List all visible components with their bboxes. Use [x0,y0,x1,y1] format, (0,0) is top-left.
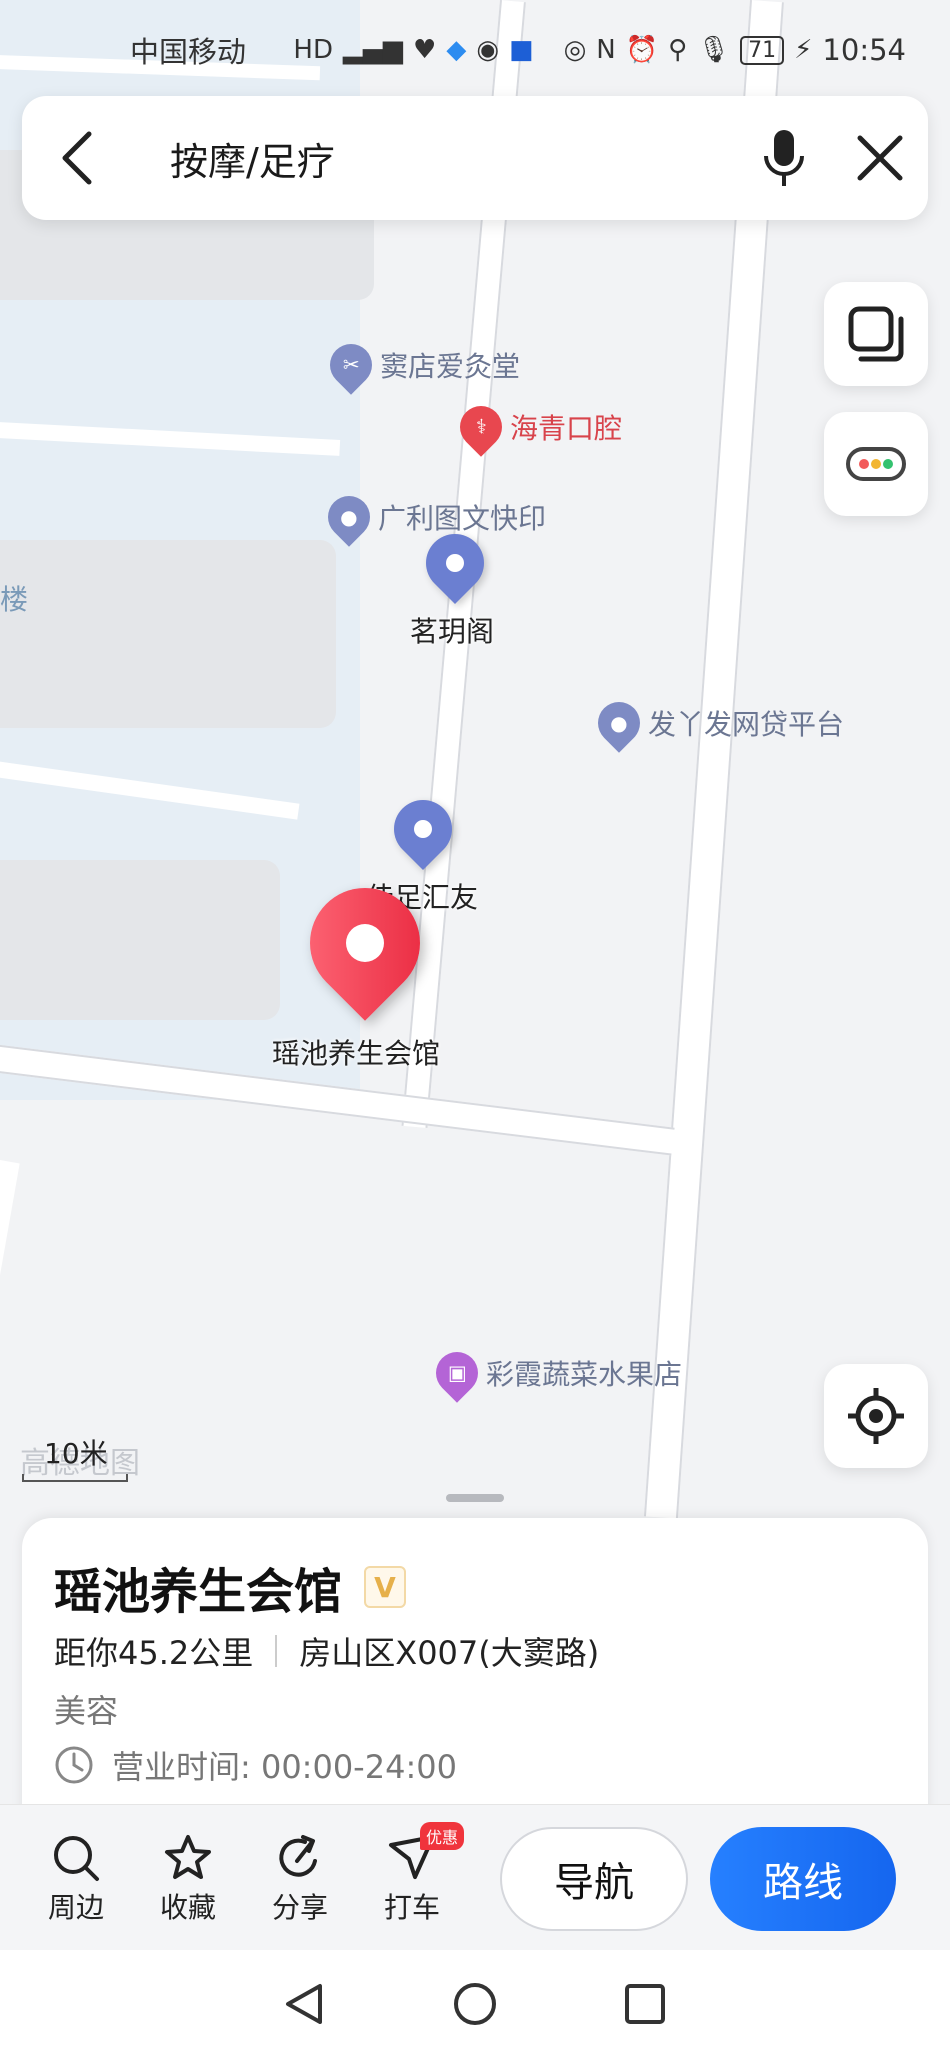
place-title: 瑶池养生会馆 V [54,1552,407,1622]
selected-pin-label: 瑶池养生会馆 [272,1037,441,1070]
alarm-icon: ⏰ [625,35,659,65]
carrier-name: 中国移动 [130,35,247,69]
mic-icon [764,130,804,186]
share-button[interactable]: 分享 [244,1830,356,1926]
place-address: 房山区X007(大窦路) [299,1634,600,1672]
poi-dental[interactable]: ⚕ 海青口腔 [451,397,623,457]
map-block [0,540,336,728]
divider [275,1635,278,1667]
mic-icon: 🎙 [697,35,731,65]
favorite-label: 收藏 [159,1890,216,1924]
health-icon: ♥ [413,35,437,65]
search-query[interactable]: 按摩/足疗 [132,131,736,186]
eye-icon: ◎ [563,35,587,65]
result-pin-label: 茗玥阁 [410,615,495,648]
poi-loan-platform[interactable]: ● 发丫发网贷平台 [589,693,845,753]
tooth-icon: ⚕ [451,397,511,457]
poi-label: 海青口腔 [510,412,623,445]
app-icon: ■ [509,35,534,65]
locate-me-button[interactable] [824,1364,928,1468]
battery-icon: 71 [740,35,785,65]
place-distance: 距你45.2公里 [54,1634,254,1672]
clock-icon [55,1746,93,1784]
system-nav-bar [0,1950,950,2058]
shield-icon: ◆ [446,35,467,65]
scale-bar [22,1474,128,1482]
poi-grocery[interactable]: ▣ 彩霞蔬菜水果店 [427,1343,683,1403]
place-meta: 距你45.2公里 房山区X007(大窦路) [54,1628,599,1674]
map-road [0,1160,20,1459]
scale-label: 10米 [44,1437,108,1470]
hours-text: 营业时间: 00:00-24:00 [112,1748,457,1786]
place-name: 瑶池养生会馆 [54,1564,343,1620]
poi-label: 彩霞蔬菜水果店 [486,1358,683,1391]
nearby-label: 周边 [47,1890,104,1924]
charging-icon: ⚡ [794,35,813,65]
favorite-button[interactable]: 收藏 [132,1830,244,1926]
signal-icon: ▂▄▆ [343,35,403,65]
close-icon [857,135,903,181]
promo-badge: 优惠 [419,1821,464,1850]
battery-level: 71 [748,37,777,63]
poi-label: 发丫发网贷平台 [648,708,845,741]
clear-search-button[interactable] [832,96,928,220]
system-home-icon[interactable] [452,1981,498,2027]
taxi-label: 打车 [383,1890,440,1924]
hd-icon: HD [293,35,333,65]
status-bar: 中国移动 HD ▂▄▆ ♥ ◆ ◉ ■ ◎ N ⏰ ⚲ 🎙 71 ⚡ 10:54 [0,0,950,100]
poi-print-shop[interactable]: ● 广利图文快印 [319,487,547,547]
navigate-button[interactable]: 导航 [500,1827,688,1931]
map-scale: 10米 [22,1432,128,1482]
action-bar: 周边 收藏 分享 优惠 打车 导航 路线 [0,1804,950,1950]
taxi-button[interactable]: 优惠 打车 [356,1821,468,1926]
verified-badge: V [364,1566,407,1608]
place-hours: 营业时间: 00:00-24:00 [54,1742,457,1788]
poi-label: 广利图文快印 [378,502,547,535]
nfc-icon: N [596,35,616,65]
voice-search-button[interactable] [736,96,832,220]
share-label: 分享 [271,1890,328,1924]
layers-button[interactable] [824,282,928,386]
search-icon [54,1835,99,1881]
clock: 10:54 [822,33,906,67]
back-arrow-icon [62,131,92,185]
place-icon: ● [319,487,379,547]
poi-building-edge: 楼 [0,578,28,618]
place-category: 美容 [54,1692,119,1730]
poi-moxibustion[interactable]: ✂ 窦店爱灸堂 [321,335,521,395]
system-recents-icon[interactable] [622,1981,668,2027]
basket-icon: ▣ [427,1343,487,1403]
poi-label: 楼 [0,583,29,616]
map-road [643,0,784,1519]
system-back-icon[interactable] [282,1981,328,2027]
star-icon [165,1834,211,1879]
back-button[interactable] [22,96,132,220]
security-icon: ◉ [476,35,499,65]
locate-icon [848,1388,904,1444]
layers-icon [848,306,904,362]
nearby-button[interactable]: 周边 [20,1830,132,1926]
sheet-drag-handle[interactable] [446,1494,504,1502]
traffic-button[interactable] [824,412,928,516]
share-icon [279,1834,317,1877]
poi-label: 窦店爱灸堂 [380,350,521,383]
traffic-icon [846,447,906,481]
map-block [0,860,280,1020]
location-icon: ⚲ [668,35,688,65]
place-icon: ● [589,693,649,753]
scissors-icon: ✂ [321,335,381,395]
route-button[interactable]: 路线 [710,1827,896,1931]
search-bar: 按摩/足疗 [22,96,928,220]
